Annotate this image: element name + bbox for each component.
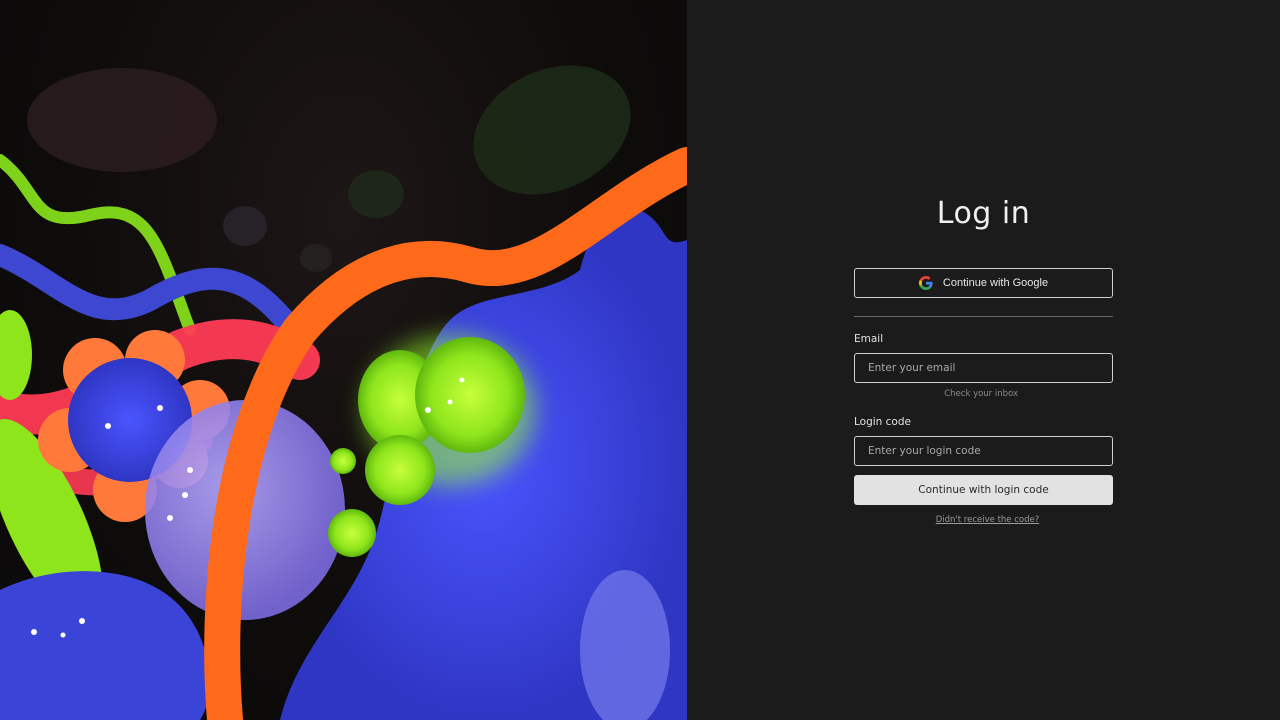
blue-blob [0,571,210,720]
hero-illustration [0,0,687,720]
login-code-field[interactable] [854,436,1113,466]
google-button-label: Continue with Google [942,277,1049,289]
green-leaf [0,310,32,400]
continue-with-google-button[interactable]: Continue with Google [854,268,1113,298]
email-field[interactable] [854,353,1113,383]
continue-with-login-code-button[interactable]: Continue with login code [854,475,1113,505]
abstract-illustration [0,65,687,720]
bg-shape [27,68,217,172]
page-title: Log in [936,196,1031,231]
email-hint: Check your inbox [944,389,1018,399]
bg-shape [300,244,332,272]
login-code-label: Login code [854,416,911,428]
resend-code-link[interactable]: Didn't receive the code? [854,515,1113,525]
divider [854,316,1113,317]
bg-shape [348,170,404,218]
login-panel: Log in Continue with Google Email Check … [687,0,1280,720]
google-icon [918,276,933,290]
email-label: Email [854,333,884,345]
bg-shape [223,206,267,246]
